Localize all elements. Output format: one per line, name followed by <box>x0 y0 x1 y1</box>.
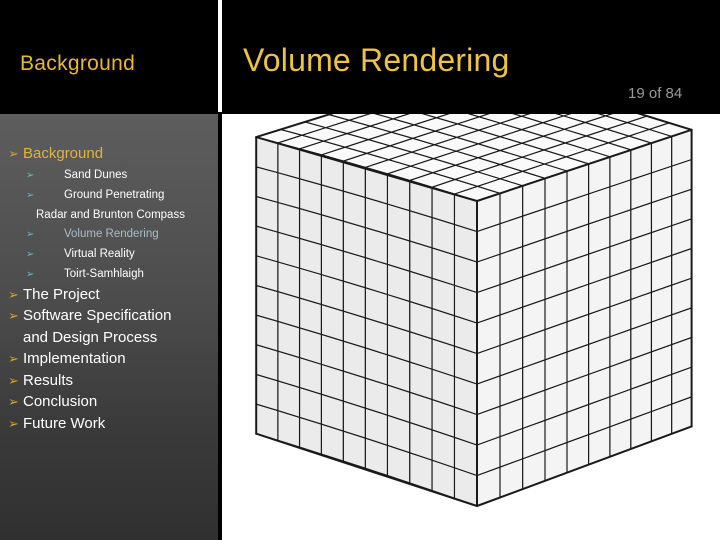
outline-item-label: Implementation <box>23 350 126 367</box>
outline-item-radar-and-brunton-compass[interactable]: Radar and Brunton Compass <box>0 206 218 224</box>
arrow-bullet-icon: ➢ <box>26 268 35 280</box>
outline-item-conclusion[interactable]: ➢ Conclusion <box>0 392 218 413</box>
section-title: Background <box>20 52 136 75</box>
outline-item-label: The Project <box>23 285 100 303</box>
slide-content-area <box>222 114 720 540</box>
outline-item-label: Sand Dunes <box>64 168 128 181</box>
arrow-bullet-icon: ➢ <box>8 351 19 366</box>
slide-header: Background Volume Rendering 19 of 84 <box>0 0 720 112</box>
arrow-bullet-icon: ➢ <box>8 146 19 161</box>
slide-counter: 19 of 84 <box>628 85 683 102</box>
outline-item-background[interactable]: ➢ Background <box>0 144 218 165</box>
outline-item-future-work[interactable]: ➢ Future Work <box>0 414 218 435</box>
arrow-bullet-icon: ➢ <box>26 228 35 240</box>
arrow-bullet-icon: ➢ <box>8 308 19 323</box>
outline-item-implementation[interactable]: ➢ Implementation <box>0 349 218 370</box>
outline-item-label: Ground Penetrating <box>64 188 165 201</box>
outline-item-label: Background <box>23 145 104 162</box>
voxel-grid-svg <box>255 114 693 507</box>
outline-item-ground-penetrating[interactable]: ➢ Ground Penetrating <box>0 186 218 205</box>
arrow-bullet-icon: ➢ <box>8 286 19 302</box>
outline-item-virtual-reality[interactable]: ➢ Virtual Reality <box>0 245 218 264</box>
outline-item-label: Radar and Brunton Compass <box>36 208 185 221</box>
voxel-face <box>320 154 344 192</box>
outline-item-label: and Design Process <box>23 328 158 346</box>
arrow-bullet-icon: ➢ <box>8 415 19 431</box>
outline-item-and-design-process[interactable]: and Design Process <box>0 328 218 349</box>
outline-list: ➢ Background ➢ Sand Dunes ➢ Ground Penetratin… <box>0 114 218 434</box>
outline-sidebar: ➢ Background ➢ Sand Dunes ➢ Ground Penetratin… <box>0 114 218 540</box>
arrow-bullet-icon: ➢ <box>26 189 35 201</box>
outline-item-label: Software Specification <box>23 307 172 324</box>
outline-item-label: Toirt-Samhlaigh <box>64 267 144 280</box>
outline-item-label: Future Work <box>23 414 106 432</box>
outline-item-software-specification[interactable]: ➢ Software Specification <box>0 306 218 327</box>
page-title: Volume Rendering <box>243 42 510 78</box>
outline-item-label: Results <box>23 371 74 389</box>
outline-item-label: Conclusion <box>23 393 98 410</box>
outline-item-volume-rendering[interactable]: ➢ Volume Rendering <box>0 225 218 244</box>
voxel-face <box>386 173 411 212</box>
outline-item-label: Virtual Reality <box>64 247 135 260</box>
presentation-slide: Background Volume Rendering 19 of 84 ➢ Ba… <box>0 0 720 540</box>
arrow-bullet-icon: ➢ <box>8 394 19 409</box>
outline-item-toirt-samhlaigh[interactable]: ➢ Toirt-Samhlaigh <box>0 265 218 284</box>
voxel-grid-cube <box>222 114 720 540</box>
outline-item-the-project[interactable]: ➢ The Project <box>0 285 218 306</box>
arrow-bullet-icon: ➢ <box>26 248 35 260</box>
outline-item-label: Volume Rendering <box>64 227 159 240</box>
outline-item-results[interactable]: ➢ Results <box>0 371 218 392</box>
header-divider <box>218 0 222 112</box>
arrow-bullet-icon: ➢ <box>26 169 35 181</box>
arrow-bullet-icon: ➢ <box>8 372 19 388</box>
outline-item-sand-dunes[interactable]: ➢ Sand Dunes <box>0 166 218 185</box>
